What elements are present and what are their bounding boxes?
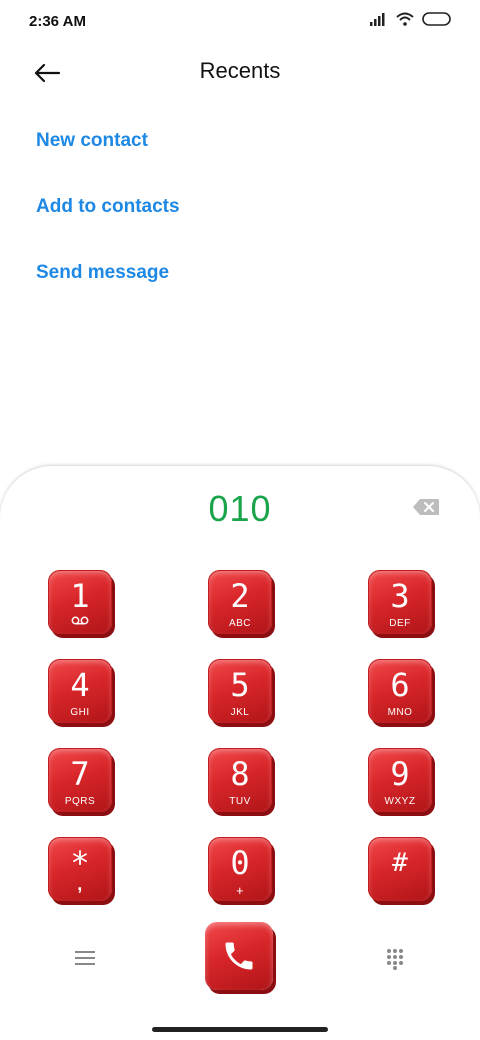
key-digit: 4 [70, 666, 90, 704]
key-hash[interactable]: # [368, 837, 432, 901]
key-star[interactable]: * , [48, 837, 112, 901]
key-letters: GHI [70, 707, 90, 718]
key-2[interactable]: 2 ABC [208, 570, 272, 634]
send-message-link[interactable]: Send message [36, 256, 180, 322]
dialpad-icon [387, 949, 403, 970]
key-digit: 9 [390, 755, 410, 793]
key-5[interactable]: 5 JKL [208, 659, 272, 723]
add-to-contacts-link[interactable]: Add to contacts [36, 190, 180, 256]
key-letters: PQRS [64, 796, 96, 807]
status-time: 2:36 AM [29, 13, 86, 30]
signal-icon [370, 13, 385, 26]
bottom-bar [0, 922, 480, 1002]
new-contact-link[interactable]: New contact [36, 124, 180, 190]
key-3[interactable]: 3 DEF [368, 570, 432, 634]
key-digit: 7 [70, 755, 90, 793]
key-digit: 6 [390, 666, 410, 704]
status-bar: 2:36 AM [0, 0, 480, 44]
key-letters: + [235, 883, 245, 898]
key-digit: 2 [230, 577, 250, 615]
key-letters: WXYZ [384, 796, 416, 807]
key-digit: 1 [70, 577, 90, 615]
key-6[interactable]: 6 MNO [368, 659, 432, 723]
key-letters: , [77, 874, 83, 894]
key-0[interactable]: 0 + [208, 837, 272, 901]
key-digit: 5 [230, 666, 250, 704]
menu-button[interactable] [68, 944, 102, 972]
key-8[interactable]: 8 TUV [208, 748, 272, 812]
call-button[interactable] [205, 922, 273, 990]
voicemail-icon [71, 616, 89, 625]
wifi-icon [396, 12, 414, 26]
key-4[interactable]: 4 GHI [48, 659, 112, 723]
key-digit: 0 [230, 844, 250, 882]
battery-icon [422, 12, 451, 26]
key-letters: JKL [230, 707, 250, 718]
key-letters: DEF [389, 618, 411, 629]
backspace-icon [413, 499, 439, 515]
key-letters: ABC [228, 618, 252, 629]
key-7[interactable]: 7 PQRS [48, 748, 112, 812]
key-9[interactable]: 9 WXYZ [368, 748, 432, 812]
key-digit: # [392, 848, 408, 878]
header: Recents [0, 44, 480, 100]
hamburger-menu-icon [75, 951, 95, 965]
key-letters: TUV [229, 796, 251, 807]
dialed-number: 010 [208, 488, 272, 529]
backspace-button[interactable] [412, 498, 440, 520]
key-digit: 8 [230, 755, 250, 793]
key-letters: MNO [387, 707, 413, 718]
action-list: New contact Add to contacts Send message [36, 124, 180, 322]
key-digit: 3 [390, 577, 410, 615]
home-indicator[interactable] [152, 1027, 328, 1032]
dialpad-toggle-button[interactable] [378, 942, 412, 976]
page-title: Recents [199, 58, 281, 83]
key-1[interactable]: 1 [48, 570, 112, 634]
status-icons [370, 12, 452, 26]
phone-icon [225, 942, 253, 970]
